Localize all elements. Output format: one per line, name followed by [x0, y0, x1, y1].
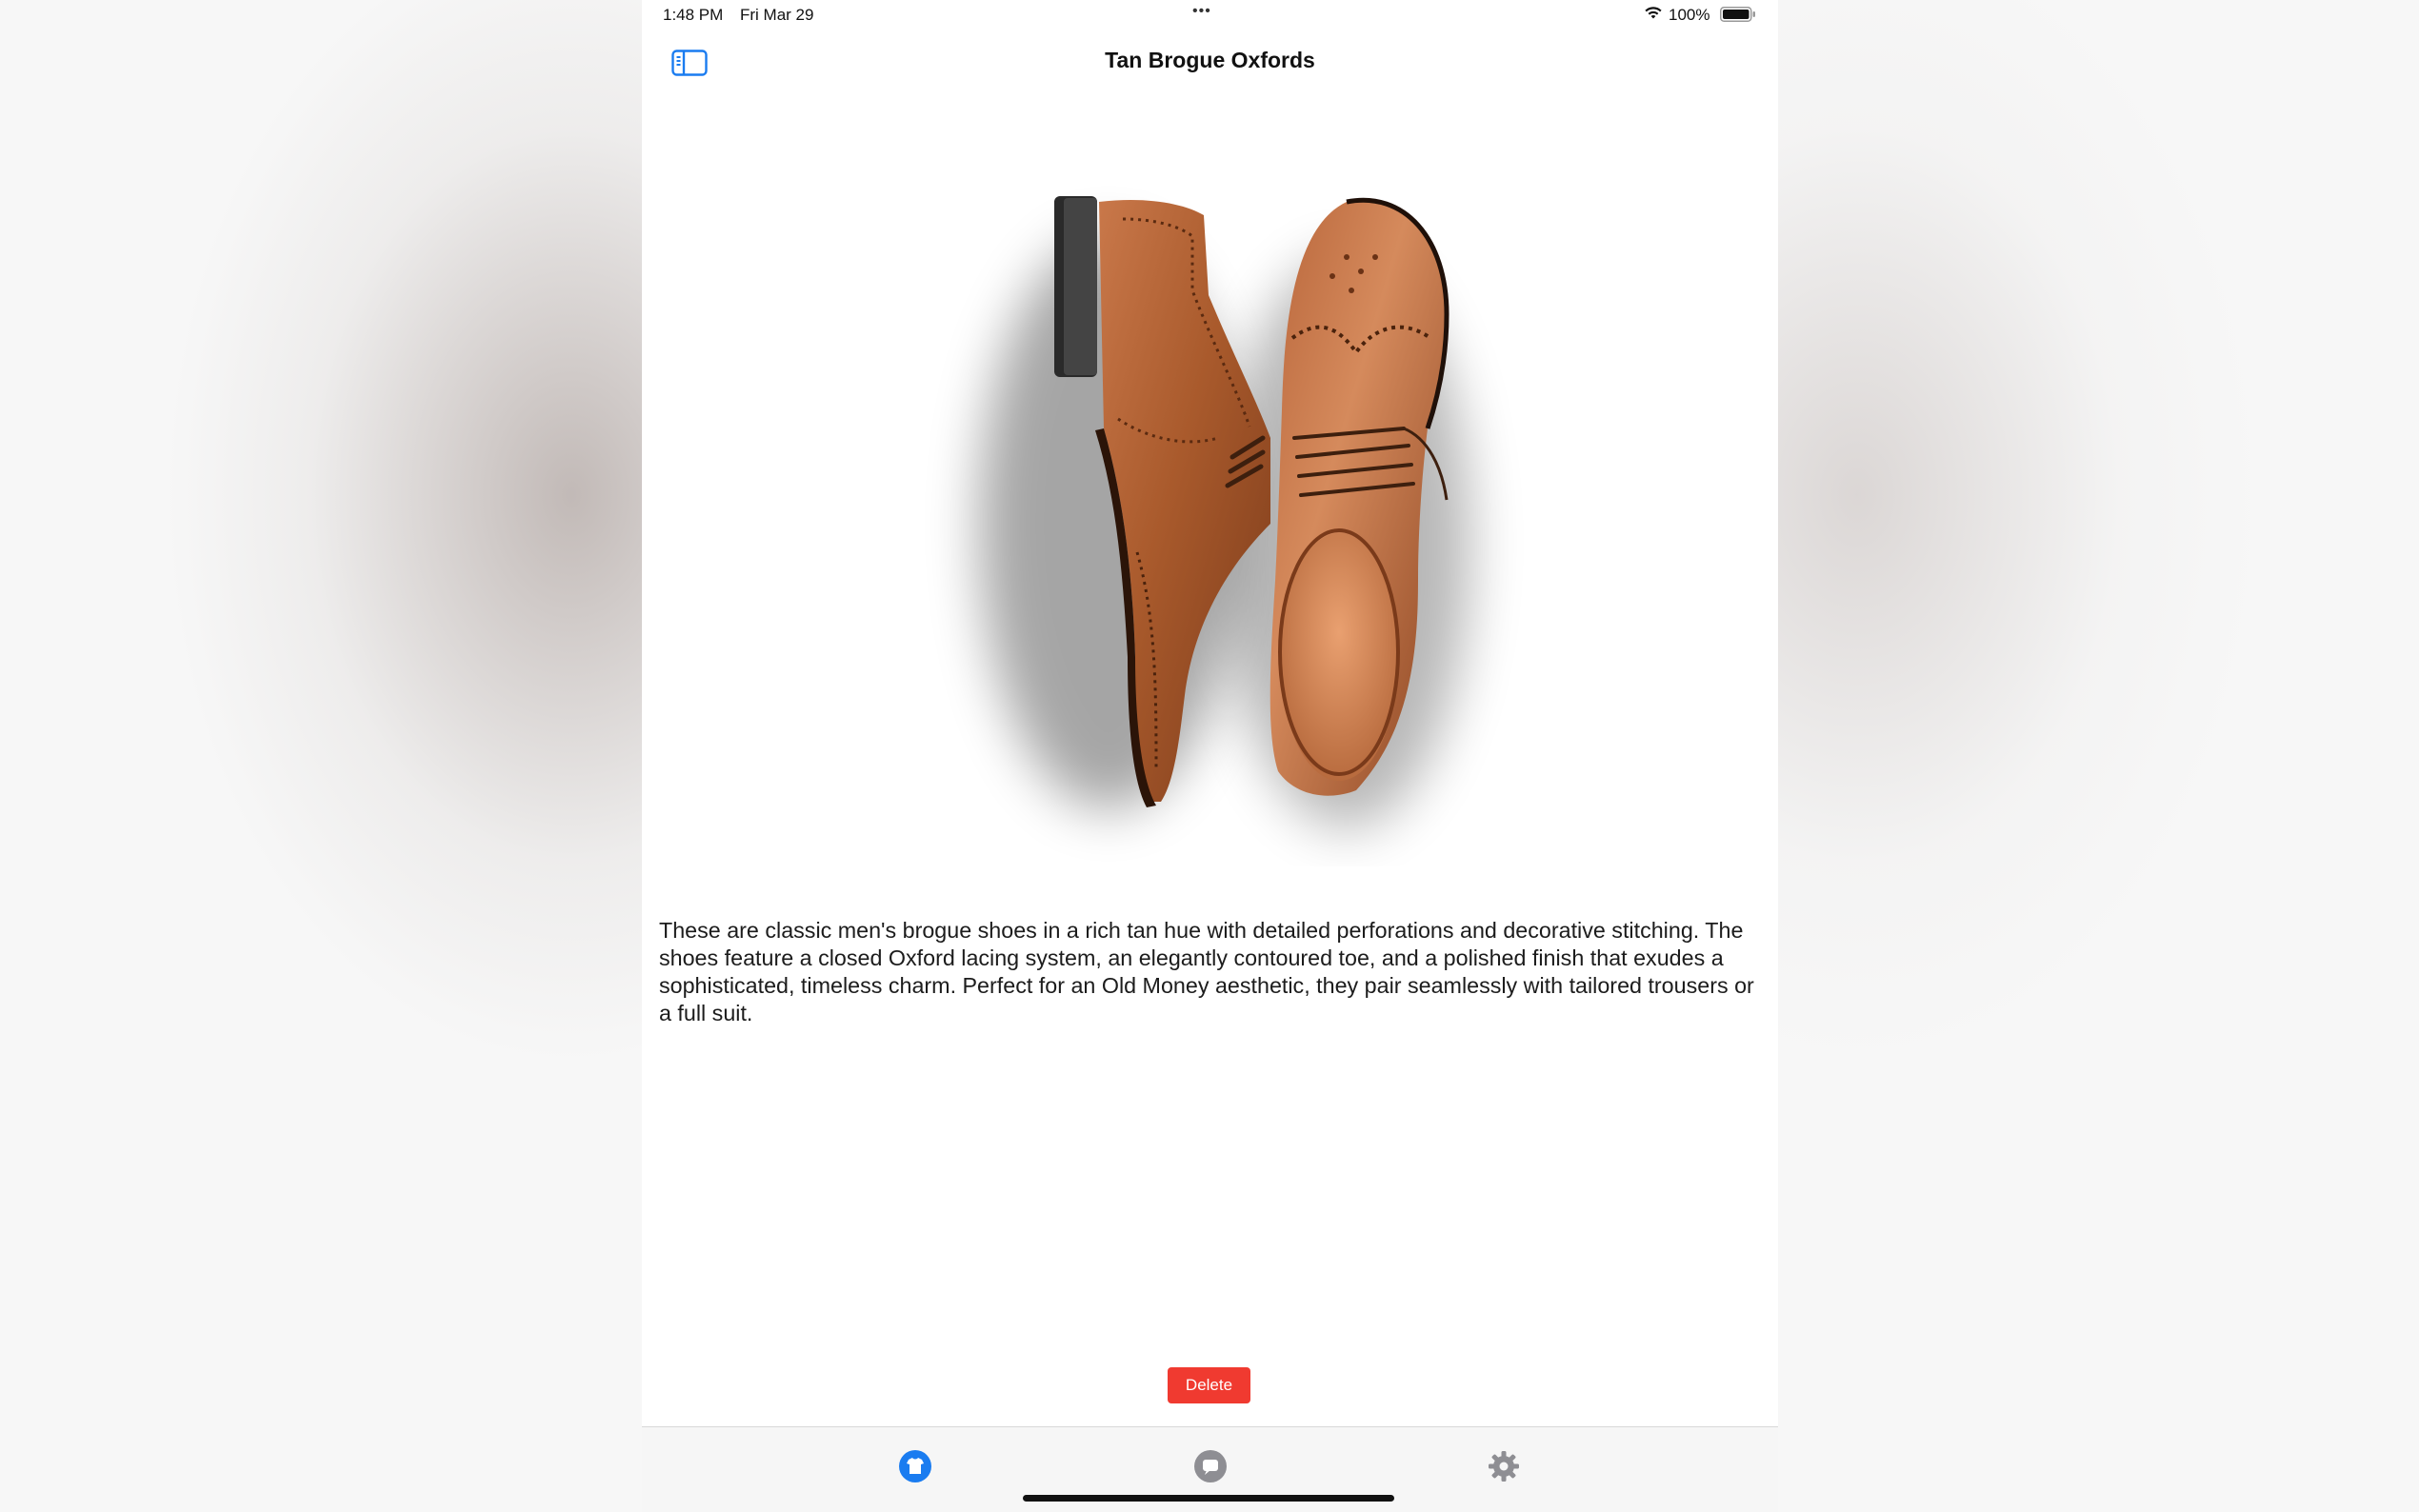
- shirt-icon: [899, 1450, 931, 1482]
- status-date: Fri Mar 29: [740, 6, 814, 24]
- delete-button[interactable]: Delete: [1168, 1367, 1250, 1403]
- tab-chat[interactable]: [1190, 1446, 1230, 1486]
- product-image: [980, 196, 1470, 828]
- tab-wardrobe[interactable]: [895, 1446, 935, 1486]
- status-time: 1:48 PM: [663, 6, 724, 24]
- home-indicator[interactable]: [1023, 1495, 1394, 1502]
- chat-bubble-icon: [1194, 1450, 1227, 1482]
- page-title: Tan Brogue Oxfords: [1105, 48, 1315, 72]
- gear-icon: [1489, 1451, 1519, 1482]
- battery-icon: [1720, 7, 1755, 22]
- wifi-icon: [1645, 7, 1662, 19]
- app-window: 1:48 PM Fri Mar 29 ••• 100% Tan Brogue O…: [642, 0, 1778, 1512]
- battery-percent: 100%: [1669, 6, 1710, 24]
- navigation-bar: Tan Brogue Oxfords: [642, 32, 1778, 93]
- multitasking-dots[interactable]: •••: [1192, 3, 1211, 20]
- status-bar: 1:48 PM Fri Mar 29 ••• 100%: [642, 0, 1778, 32]
- tab-settings[interactable]: [1484, 1446, 1524, 1486]
- item-description: These are classic men's brogue shoes in …: [659, 918, 1754, 1025]
